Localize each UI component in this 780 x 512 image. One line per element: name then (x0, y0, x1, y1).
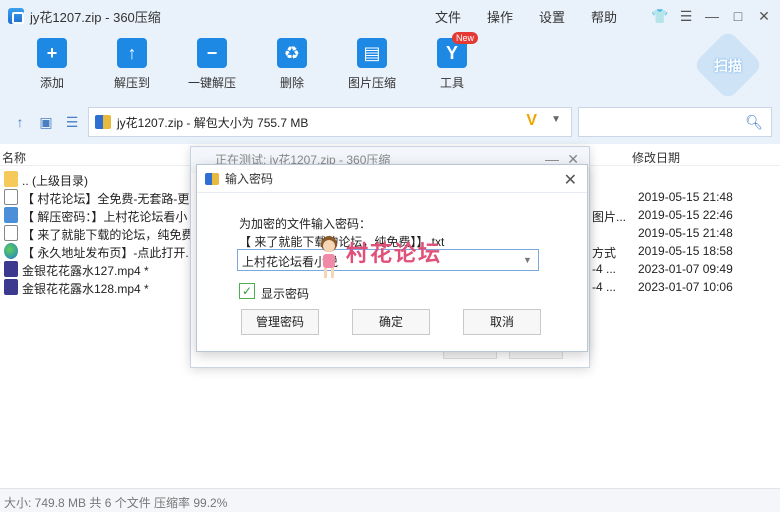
view-thumbnail-icon[interactable]: ▣ (38, 114, 54, 130)
text-file-icon (4, 225, 18, 241)
show-password-checkbox[interactable]: ✓ (239, 283, 255, 299)
password-prompt: 为加密的文件输入密码： (239, 217, 372, 231)
scan-label: 扫描 (714, 58, 742, 74)
zip-file-icon (205, 172, 219, 185)
chevron-down-icon[interactable]: ▼ (523, 255, 532, 265)
minimize-icon[interactable]: — (702, 6, 722, 26)
menu-bar: 文件 操作 设置 帮助 (422, 0, 630, 32)
show-password-label: 显示密码 (261, 287, 310, 301)
zip-file-icon (95, 115, 111, 129)
folder-icon (4, 171, 18, 187)
image-compress-label: 图片压缩 (347, 76, 396, 90)
ok-button[interactable]: 确定 (352, 309, 430, 335)
close-icon[interactable]: ✕ (564, 170, 577, 190)
extract-to-button[interactable]: ↑ 解压到 (94, 38, 170, 91)
delete-label: 删除 (279, 76, 304, 90)
file-date: 2023-01-07 10:06 (638, 280, 733, 294)
title-bar: jy花1207.zip - 360压缩 文件 操作 设置 帮助 👕 ☰ — □ … (0, 0, 780, 32)
chevron-down-icon[interactable]: ▼ (551, 114, 561, 125)
file-name: 【 永久地址发布页】-点此打开. (22, 246, 189, 260)
add-folder-icon: + (37, 38, 67, 68)
one-click-extract-label: 一键解压 (187, 76, 236, 90)
file-name: .. (上级目录) (22, 174, 88, 188)
mp4-file-icon (4, 279, 18, 295)
password-dialog-title: 输入密码 (225, 172, 274, 186)
file-date: 2023-01-07 09:49 (638, 262, 733, 276)
tools-label: 工具 (439, 76, 464, 90)
window-controls: 👕 ☰ — □ ✕ (650, 0, 774, 32)
column-modified[interactable]: 修改日期 (632, 149, 680, 166)
file-name: 金银花花露水128.mp4 * (22, 282, 149, 296)
search-input[interactable]: 🔍︎ (578, 107, 772, 137)
file-name: 金银花花露水127.mp4 * (22, 264, 149, 278)
search-icon[interactable]: 🔍︎ (745, 114, 763, 131)
file-extra: -4 ... (592, 280, 617, 294)
status-bar: 大小: 749.8 MB 共 6 个文件 压缩率 99.2% (0, 488, 780, 512)
one-click-extract-button[interactable]: − 一键解压 (174, 38, 250, 91)
file-name: 【 解压密码：】上村花论坛看小 (22, 210, 188, 224)
delete-button[interactable]: ♻ 删除 (254, 38, 330, 91)
password-dialog-titlebar: 输入密码 (197, 165, 587, 193)
file-name: 【 来了就能下载的论坛，纯免费 (22, 228, 192, 242)
extract-to-icon: ↑ (117, 38, 147, 68)
image-compress-button[interactable]: ▤ 图片压缩 (334, 38, 410, 91)
maximize-icon[interactable]: □ (728, 6, 748, 26)
file-date: 2019-05-15 21:48 (638, 190, 733, 204)
url-file-icon (4, 243, 18, 259)
view-list-icon[interactable]: ☰ (64, 114, 80, 130)
menu-help[interactable]: 帮助 (578, 7, 630, 26)
image-compress-icon: ▤ (357, 38, 387, 68)
toolbar: + 添加 ↑ 解压到 − 一键解压 ♻ 删除 ▤ 图片压缩 Y 工具 New (0, 32, 780, 102)
add-button[interactable]: + 添加 (14, 38, 90, 91)
add-label: 添加 (39, 76, 64, 90)
menu-settings[interactable]: 设置 (526, 7, 578, 26)
one-click-extract-icon: − (197, 38, 227, 68)
watermark-text: 村花论坛 (346, 241, 443, 266)
close-icon[interactable]: ✕ (754, 6, 774, 26)
v-icon[interactable]: V (526, 112, 537, 130)
cancel-button[interactable]: 取消 (463, 309, 541, 335)
extract-to-label: 解压到 (113, 76, 150, 90)
mascot-figure-icon (321, 236, 337, 278)
column-name[interactable]: 名称 (2, 149, 26, 166)
file-name: 【 村花论坛】全免费-无套路-更 (22, 192, 190, 206)
app-logo-icon (8, 8, 24, 24)
file-date: 2019-05-15 21:48 (638, 226, 733, 240)
window-title: jy花1207.zip - 360压缩 (30, 9, 161, 25)
archive-path: jy花1207.zip - 解包大小为 755.7 MB (117, 115, 309, 130)
menu-operate[interactable]: 操作 (474, 7, 526, 26)
text-file-icon (4, 189, 18, 205)
manage-password-button[interactable]: 管理密码 (241, 309, 319, 335)
menu-file[interactable]: 文件 (422, 7, 474, 26)
scan-button[interactable]: 扫描 (692, 29, 764, 101)
up-arrow-icon[interactable]: ↑ (12, 114, 28, 130)
new-badge: New (452, 32, 479, 44)
delete-icon: ♻ (277, 38, 307, 68)
jpg-file-icon (4, 207, 18, 223)
status-text: 大小: 749.8 MB 共 6 个文件 压缩率 99.2% (4, 496, 228, 510)
tools-button[interactable]: Y 工具 (414, 38, 490, 91)
address-bar: ↑ ▣ ☰ jy花1207.zip - 解包大小为 755.7 MB V ▼ 🔍… (0, 102, 780, 144)
menu-icon[interactable]: ☰ (676, 6, 696, 26)
path-field[interactable]: jy花1207.zip - 解包大小为 755.7 MB V ▼ (88, 107, 572, 137)
file-date: 2019-05-15 22:46 (638, 208, 733, 222)
mp4-file-icon (4, 261, 18, 277)
file-date: 2019-05-15 18:58 (638, 244, 733, 258)
file-extra: 方式 (592, 246, 617, 260)
skin-icon[interactable]: 👕 (650, 6, 670, 26)
file-extra: -4 ... (592, 262, 617, 276)
file-extra: 图片... (592, 210, 627, 224)
